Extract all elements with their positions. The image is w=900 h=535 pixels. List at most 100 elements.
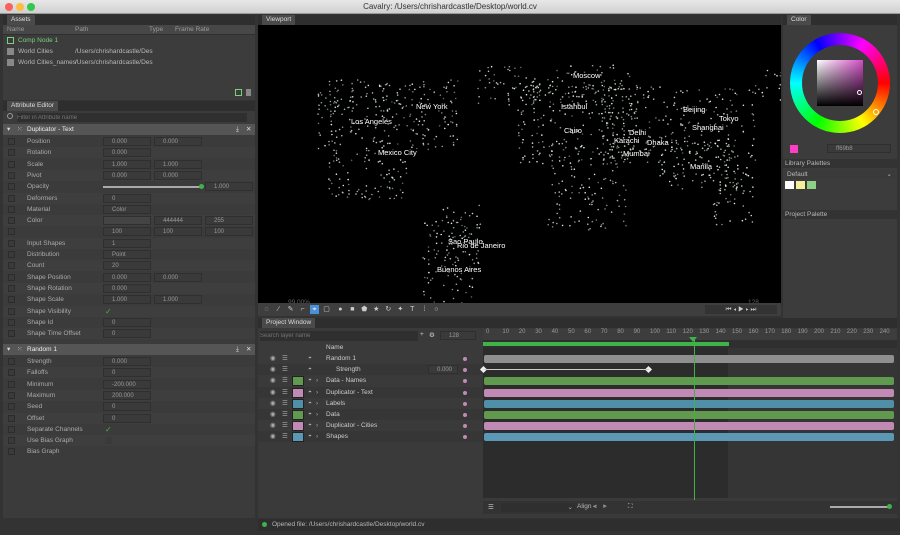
ellipse-icon[interactable]: ● (336, 305, 345, 314)
hue-wheel[interactable] (790, 33, 890, 133)
layer-row[interactable]: ◉ ☰ ◓ › Data (258, 409, 483, 420)
visibility-icon[interactable]: ◉ (270, 398, 276, 409)
new-folder-icon[interactable] (235, 89, 242, 96)
skip-end-icon[interactable]: ⏭ (750, 306, 756, 313)
pen-tool-icon[interactable]: ∕ (274, 305, 283, 314)
tab-attribute-editor[interactable]: Attribute Editor (7, 101, 58, 111)
visibility-icon[interactable]: ◉ (270, 409, 276, 420)
row-checkbox[interactable] (8, 330, 15, 338)
row-checkbox[interactable] (8, 414, 15, 422)
track-bar[interactable] (484, 388, 894, 397)
expand-chevron-icon[interactable]: › (316, 398, 318, 409)
attribute-value-field[interactable]: 0.000 (103, 137, 151, 146)
row-checkbox[interactable] (8, 284, 15, 292)
visibility-icon[interactable]: ◉ (270, 364, 276, 375)
current-color-swatch[interactable] (790, 145, 798, 153)
lock-icon[interactable]: ◓ (308, 431, 312, 442)
visibility-icon[interactable]: ◉ (270, 431, 276, 442)
solo-icon[interactable]: ☰ (282, 364, 288, 375)
skip-start-icon[interactable]: ⏮ (726, 306, 732, 313)
attribute-value-field[interactable]: 1.000 (103, 159, 151, 169)
timeline-select[interactable]: ⌄ (501, 503, 575, 512)
expand-chevron-icon[interactable]: › (316, 420, 318, 431)
close-window-button[interactable] (5, 3, 13, 11)
row-checkbox[interactable] (8, 160, 15, 168)
visibility-icon[interactable]: ◉ (270, 420, 276, 431)
opacity-slider[interactable] (103, 186, 203, 189)
visibility-icon[interactable]: ◉ (270, 375, 276, 386)
solo-icon[interactable]: ☰ (282, 375, 288, 386)
playhead-marker-icon[interactable] (689, 337, 697, 342)
attribute-value-field[interactable]: 1.000 (205, 182, 253, 192)
star-icon[interactable]: ★ (372, 305, 381, 314)
color-alpha-field[interactable]: 255 (205, 216, 253, 226)
asset-row[interactable]: World Cities_names /Users/chrishardcastl… (3, 58, 255, 69)
palette-select[interactable]: Default ⌄ (785, 170, 895, 179)
close-icon[interactable]: ✕ (246, 344, 251, 355)
collapse-icon[interactable]: ▾ (7, 344, 10, 355)
lock-icon[interactable]: ◓ (308, 375, 312, 386)
layer-row[interactable]: ◉ ☰ ◓ › Duplicator - Text (258, 386, 483, 398)
col-path[interactable]: Path (75, 26, 88, 33)
col-frame-rate[interactable]: Frame Rate (175, 26, 209, 33)
tab-color[interactable]: Color (787, 15, 811, 25)
layer-row[interactable]: ◉ ☰ ◓ Random 1 (258, 353, 483, 364)
close-icon[interactable]: ✕ (246, 124, 251, 135)
attribute-value-field[interactable]: 0.000 (103, 148, 151, 158)
align-center-icon[interactable]: ⫸ (603, 503, 607, 511)
solo-icon[interactable]: ☰ (282, 353, 288, 364)
solo-icon[interactable]: ☰ (282, 420, 288, 431)
row-checkbox[interactable] (8, 358, 15, 365)
row-checkbox[interactable] (8, 228, 15, 236)
expand-chevron-icon[interactable]: › (316, 387, 318, 398)
rect-icon[interactable]: ■ (348, 305, 357, 314)
attribute-value-field[interactable]: 1.000 (154, 159, 202, 169)
select-tool-icon[interactable]: ⌖ (310, 305, 319, 314)
layer-color-swatch[interactable] (292, 410, 304, 420)
row-checkbox[interactable] (8, 194, 15, 202)
pin-icon[interactable]: ⤓ (236, 124, 239, 135)
layer-row[interactable]: ◉ ☰ ◓ › Shapes (258, 431, 483, 443)
row-checkbox[interactable] (8, 403, 15, 411)
row-checkbox[interactable] (8, 171, 15, 179)
attribute-value-field[interactable]: 0 (103, 413, 151, 423)
hex-field[interactable]: ff69b8 (827, 144, 891, 153)
pin-icon[interactable]: ⤓ (236, 344, 239, 355)
layer-value-field[interactable]: 0.000 (428, 365, 458, 375)
lock-icon[interactable]: ◓ (308, 387, 312, 398)
asset-row[interactable]: Comp Node 1 (3, 35, 255, 47)
solo-icon[interactable]: ☰ (282, 387, 288, 398)
viewport-canvas[interactable]: Moscow New York Los Angeles Istanbul Beijing… (258, 25, 781, 313)
row-checkbox[interactable] (8, 425, 15, 433)
zoom-slider[interactable] (830, 506, 890, 508)
tab-project-window[interactable]: Project Window (262, 318, 316, 328)
row-checkbox[interactable] (8, 307, 15, 315)
lock-icon[interactable]: ◓ (308, 409, 312, 420)
step-forward-icon[interactable]: ▸ (746, 306, 749, 313)
palette-swatch[interactable] (796, 181, 805, 189)
attribute-value-field[interactable]: 0.000 (103, 272, 151, 282)
lock-icon[interactable]: ◓ (308, 420, 312, 431)
tab-viewport[interactable]: Viewport (262, 15, 296, 25)
color-channel-field[interactable]: 100 (154, 227, 202, 237)
col-type[interactable]: Type (149, 26, 163, 33)
layer-row[interactable]: ◉ ☰ ◓ › Labels (258, 398, 483, 409)
playhead[interactable] (694, 340, 695, 500)
attribute-value-field[interactable]: 1.000 (103, 295, 151, 305)
layer-color-swatch[interactable] (292, 376, 304, 387)
solo-icon[interactable]: ☰ (282, 431, 288, 442)
attribute-value-field[interactable]: 1 (103, 238, 151, 248)
list-icon[interactable]: ☰ (488, 503, 494, 511)
palette-swatch[interactable] (807, 181, 816, 189)
layer-row[interactable]: ◉ ☰ ◓ › Data - Names (258, 375, 483, 387)
attribute-value-field[interactable]: 0.000 (103, 170, 151, 180)
row-checkbox[interactable] (8, 369, 15, 377)
step-back-icon[interactable]: ◂ (733, 306, 736, 313)
row-checkbox[interactable] (8, 273, 15, 281)
checkbox[interactable] (105, 437, 112, 445)
attribute-value-field[interactable]: 200.000 (103, 390, 151, 400)
color-channel-field[interactable]: 100 (205, 227, 253, 237)
circle-outline-icon[interactable]: ○ (432, 305, 441, 314)
col-name[interactable]: Name (7, 26, 24, 33)
visibility-icon[interactable]: ◉ (270, 387, 276, 398)
